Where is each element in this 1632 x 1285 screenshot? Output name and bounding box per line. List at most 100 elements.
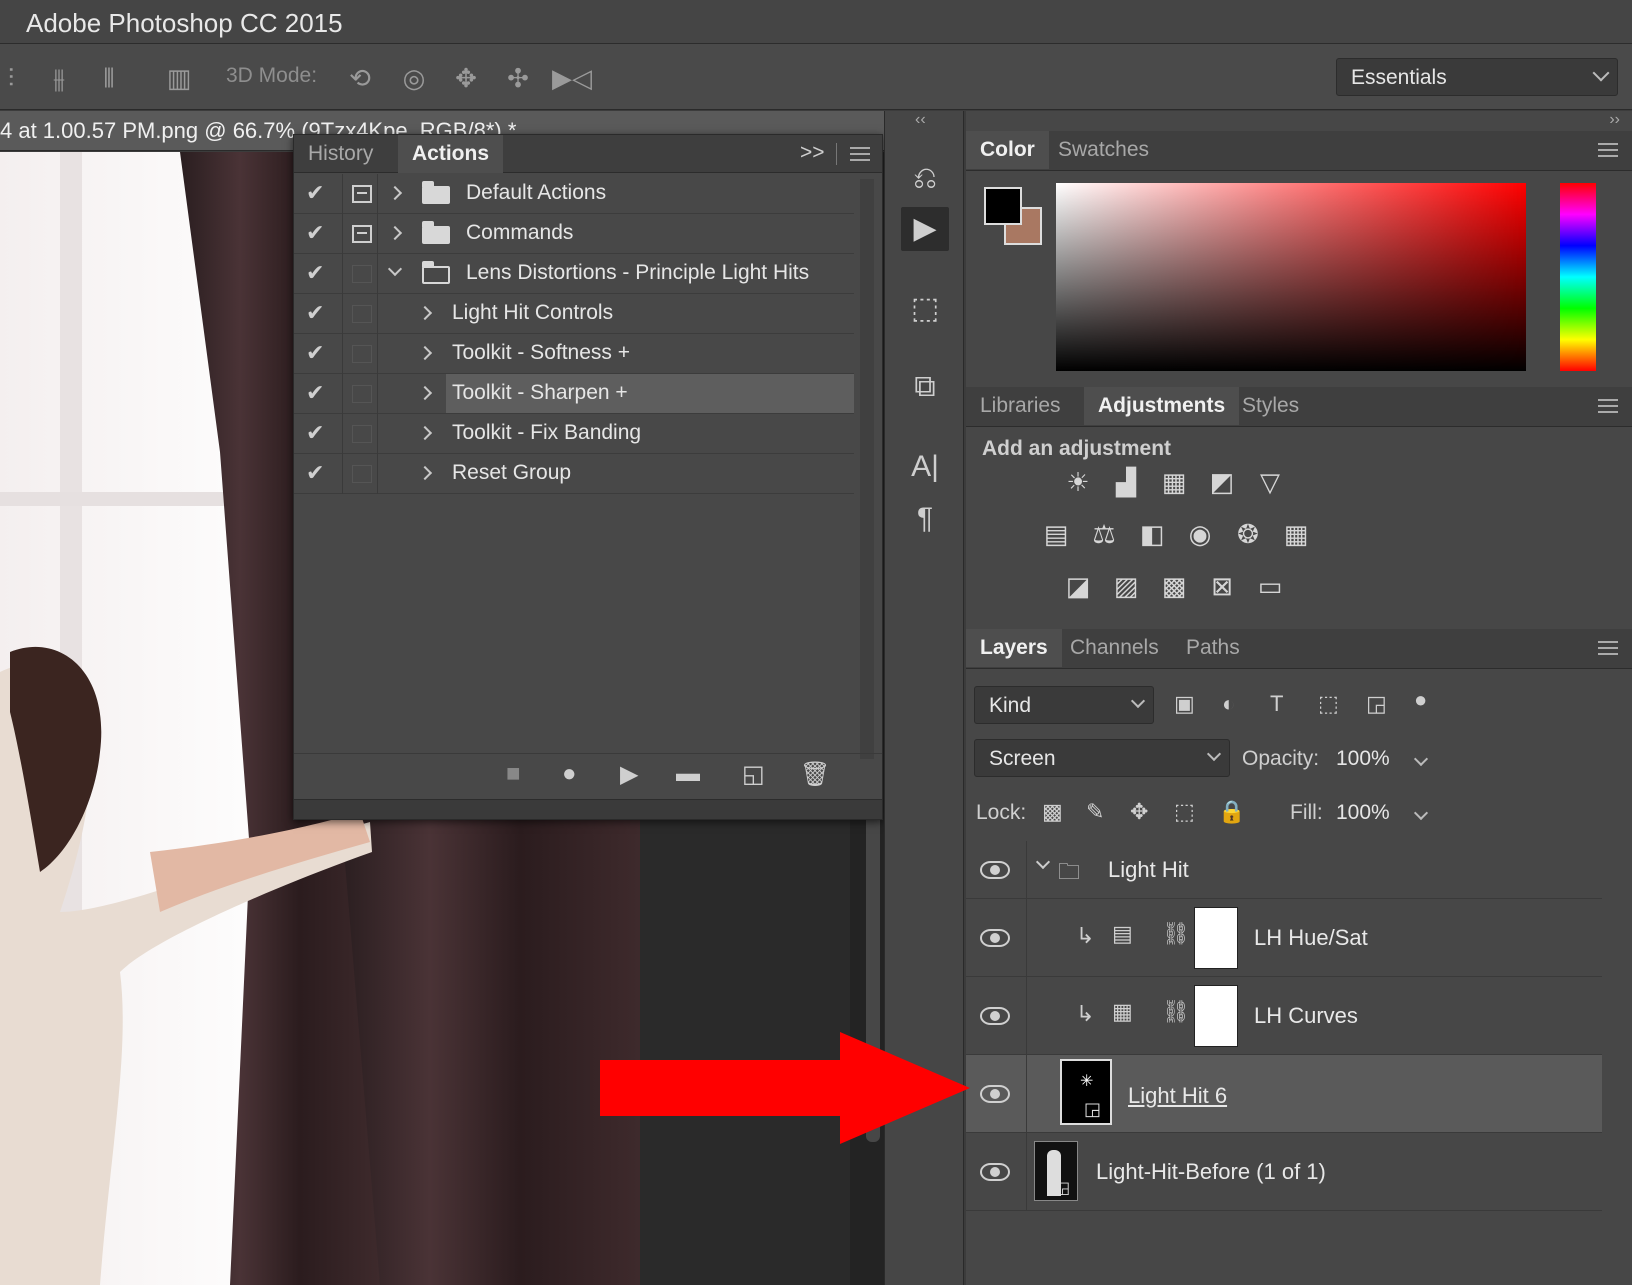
- visibility-eye-icon[interactable]: [980, 861, 1010, 879]
- filter-shape-icon[interactable]: ⬚: [1318, 691, 1339, 717]
- brightness-contrast-icon[interactable]: ☀: [1058, 467, 1098, 498]
- chevron-right-icon[interactable]: [417, 425, 433, 441]
- layer-row[interactable]: ↳ ▦ ⛓ LH Curves: [966, 977, 1602, 1055]
- color-balance-icon[interactable]: ⚖: [1084, 519, 1124, 550]
- align-center-icon[interactable]: ⫵: [44, 62, 74, 94]
- 3d-rotate-icon[interactable]: ⟲: [340, 62, 380, 94]
- chevron-down-icon[interactable]: [1035, 854, 1051, 870]
- dialog-toggle[interactable]: [342, 414, 378, 454]
- 3d-roll-icon[interactable]: ◎: [394, 62, 434, 94]
- dialog-toggle[interactable]: [342, 454, 378, 494]
- filter-toggle-icon[interactable]: ●: [1414, 687, 1427, 713]
- action-set-row[interactable]: ✔ Lens Distortions - Principle Light Hit…: [294, 254, 854, 294]
- lock-artboard-icon[interactable]: ⬚: [1174, 799, 1195, 825]
- hue-saturation-icon[interactable]: ▤: [1036, 519, 1076, 550]
- layer-row-group[interactable]: 🗀 Light Hit: [966, 841, 1602, 899]
- tab-libraries[interactable]: Libraries: [966, 387, 1075, 425]
- lock-position-icon[interactable]: ✥: [1130, 799, 1148, 825]
- new-action-icon[interactable]: ◱: [742, 760, 765, 789]
- black-white-icon[interactable]: ◧: [1132, 519, 1172, 550]
- record-icon[interactable]: ●: [562, 760, 577, 788]
- link-icon[interactable]: ⛓: [1162, 921, 1190, 947]
- checkmark-icon[interactable]: ✔: [306, 180, 324, 206]
- 3d-panel-icon[interactable]: ⬚: [901, 287, 949, 331]
- lock-all-icon[interactable]: 🔒: [1218, 799, 1245, 825]
- layer-name[interactable]: Light Hit: [1108, 857, 1189, 883]
- character-panel-icon[interactable]: A|: [901, 445, 949, 489]
- chevron-right-icon[interactable]: [417, 345, 433, 361]
- action-row[interactable]: ✔ Light Hit Controls: [294, 294, 854, 334]
- color-field[interactable]: [1056, 183, 1526, 371]
- collapse-panel-icon[interactable]: >>: [800, 141, 825, 165]
- collapse-icon[interactable]: ‹‹: [915, 111, 926, 129]
- tab-channels[interactable]: Channels: [1056, 629, 1173, 667]
- layer-name[interactable]: Light-Hit-Before (1 of 1): [1096, 1159, 1326, 1185]
- checkmark-icon[interactable]: ✔: [306, 220, 324, 246]
- dialog-toggle[interactable]: [342, 214, 378, 254]
- vibrance-icon[interactable]: ▽: [1250, 467, 1290, 498]
- tab-layers[interactable]: Layers: [966, 629, 1062, 667]
- paragraph-panel-icon[interactable]: ¶: [901, 497, 949, 541]
- gradient-map-icon[interactable]: ▭: [1250, 571, 1290, 602]
- layer-row-selected[interactable]: ✳ ◲ Light Hit 6: [966, 1055, 1602, 1133]
- tab-actions[interactable]: Actions: [398, 135, 504, 173]
- panel-menu-icon[interactable]: [1598, 641, 1618, 655]
- invert-icon[interactable]: ◪: [1058, 571, 1098, 602]
- fill-input[interactable]: 100%: [1336, 801, 1390, 825]
- link-icon[interactable]: ⛓: [1162, 999, 1190, 1025]
- tab-color[interactable]: Color: [966, 131, 1049, 169]
- checkmark-icon[interactable]: ✔: [306, 380, 324, 406]
- threshold-icon[interactable]: ▩: [1154, 571, 1194, 602]
- new-set-folder-icon[interactable]: ▬: [676, 760, 700, 788]
- posterize-icon[interactable]: ▨: [1106, 571, 1146, 602]
- photo-thumbnail[interactable]: ◲: [1034, 1141, 1078, 1201]
- selective-color-icon[interactable]: ⊠: [1202, 571, 1242, 602]
- checkmark-icon[interactable]: ✔: [306, 340, 324, 366]
- smart-object-thumbnail[interactable]: ✳ ◲: [1060, 1059, 1112, 1125]
- curves-icon[interactable]: ▦: [1154, 467, 1194, 498]
- panel-menu-icon[interactable]: [1598, 399, 1618, 413]
- chevron-down-icon[interactable]: [1413, 805, 1429, 821]
- layer-name[interactable]: LH Curves: [1254, 1003, 1358, 1029]
- checkmark-icon[interactable]: ✔: [306, 460, 324, 486]
- layer-mask-thumbnail[interactable]: [1194, 985, 1238, 1047]
- stop-icon[interactable]: ■: [506, 760, 521, 788]
- action-set-row[interactable]: ✔ Default Actions: [294, 174, 854, 214]
- layer-mask-thumbnail[interactable]: [1194, 907, 1238, 969]
- blend-mode-select[interactable]: Screen: [974, 739, 1230, 777]
- visibility-eye-icon[interactable]: [980, 1163, 1010, 1181]
- scrollbar[interactable]: [860, 179, 874, 759]
- levels-icon[interactable]: ▟: [1106, 467, 1146, 498]
- 3d-pan-icon[interactable]: ✥: [446, 62, 486, 94]
- filter-type-icon[interactable]: T: [1270, 691, 1283, 717]
- properties-panel-icon[interactable]: ⧉: [901, 365, 949, 409]
- history-panel-icon[interactable]: ⎌: [901, 157, 949, 201]
- checkmark-icon[interactable]: ✔: [306, 300, 324, 326]
- action-set-row[interactable]: ✔ Commands: [294, 214, 854, 254]
- tab-styles[interactable]: Styles: [1228, 387, 1313, 425]
- lock-pixels-icon[interactable]: ✎: [1086, 799, 1104, 825]
- action-row[interactable]: ✔ Reset Group: [294, 454, 854, 494]
- tab-adjustments[interactable]: Adjustments: [1084, 387, 1240, 425]
- dialog-toggle[interactable]: [342, 334, 378, 374]
- filter-adjustment-icon[interactable]: ◐: [1222, 691, 1235, 717]
- 3d-scale-icon[interactable]: ▶◁: [550, 62, 594, 94]
- chevron-right-icon[interactable]: [387, 225, 403, 241]
- dialog-toggle[interactable]: [342, 374, 378, 414]
- chevron-right-icon[interactable]: [417, 465, 433, 481]
- chevron-down-icon[interactable]: [1413, 751, 1429, 767]
- foreground-color-swatch[interactable]: [984, 187, 1022, 225]
- filter-pixel-icon[interactable]: ▣: [1174, 691, 1195, 717]
- tab-paths[interactable]: Paths: [1172, 629, 1254, 667]
- layer-row[interactable]: ◲ Light-Hit-Before (1 of 1): [966, 1133, 1602, 1211]
- hue-slider[interactable]: [1560, 183, 1596, 371]
- photo-filter-icon[interactable]: ◉: [1180, 519, 1220, 550]
- visibility-eye-icon[interactable]: [980, 1085, 1010, 1103]
- exposure-icon[interactable]: ◩: [1202, 467, 1242, 498]
- dialog-toggle[interactable]: [342, 254, 378, 294]
- action-row-selected[interactable]: ✔ Toolkit - Sharpen +: [294, 374, 854, 414]
- action-row[interactable]: ✔ Toolkit - Softness +: [294, 334, 854, 374]
- opacity-input[interactable]: 100%: [1336, 747, 1390, 771]
- actions-panel-icon[interactable]: ▶: [901, 207, 949, 251]
- visibility-eye-icon[interactable]: [980, 929, 1010, 947]
